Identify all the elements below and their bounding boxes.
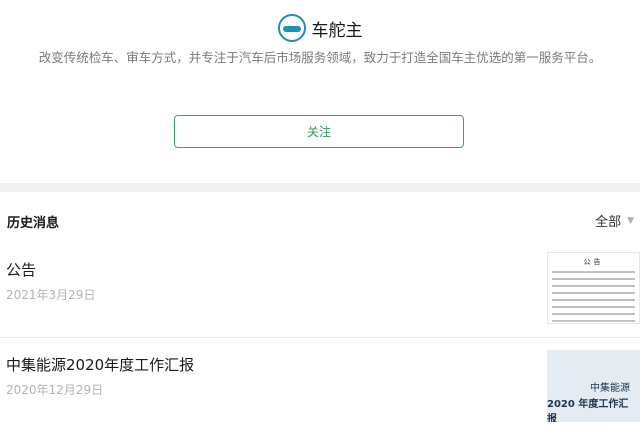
thumbnail-text-line: [552, 271, 635, 273]
article-date: 2021年3月29日: [6, 288, 96, 302]
thumbnail-text-line: [552, 285, 635, 287]
article-thumbnail: 中集能源 2020 年度工作汇报: [547, 350, 640, 422]
section-separator: [0, 183, 640, 192]
history-header: 历史消息 全部 ▼: [0, 192, 640, 244]
article-thumbnail: 公告: [547, 252, 640, 324]
thumbnail-text-line: [552, 313, 635, 315]
filter-label: 全部: [595, 215, 622, 230]
thumbnail-text-line: [552, 320, 635, 322]
profile-header: 车舵主 改变传统检车、审车方式，并专注于汽车后市场服务领域，致力于打造全国车主优…: [0, 0, 640, 183]
article-title: 中集能源2020年度工作汇报: [6, 356, 195, 374]
follow-button[interactable]: 关注: [174, 115, 464, 148]
filter-dropdown[interactable]: 全部 ▼: [595, 211, 634, 230]
thumbnail-text-line: [552, 278, 635, 280]
thumbnail-text-line: [552, 292, 635, 294]
history-title: 历史消息: [7, 216, 60, 231]
article-date: 2020年12月29日: [6, 383, 104, 397]
thumbnail-caption: 中集能源: [590, 383, 630, 394]
brand-row: 车舵主: [0, 12, 640, 44]
account-description: 改变传统检车、审车方式，并专注于汽车后市场服务领域，致力于打造全国车主优选的第一…: [38, 50, 602, 65]
car-logo-icon: [277, 14, 306, 42]
account-name: 车舵主: [311, 20, 363, 41]
thumbnail-text-line: [552, 299, 635, 301]
thumbnail-heading: 公告: [583, 258, 604, 266]
article-title: 公告: [6, 261, 37, 279]
article-item[interactable]: 中集能源2020年度工作汇报 2020年12月29日 中集能源 2020 年度工…: [0, 338, 640, 431]
chevron-down-icon: ▼: [627, 215, 634, 226]
thumbnail-text-line: [552, 306, 635, 308]
thumbnail-caption: 2020 年度工作汇报: [547, 399, 629, 422]
article-item[interactable]: 公告 2021年3月29日 公告: [0, 244, 640, 337]
